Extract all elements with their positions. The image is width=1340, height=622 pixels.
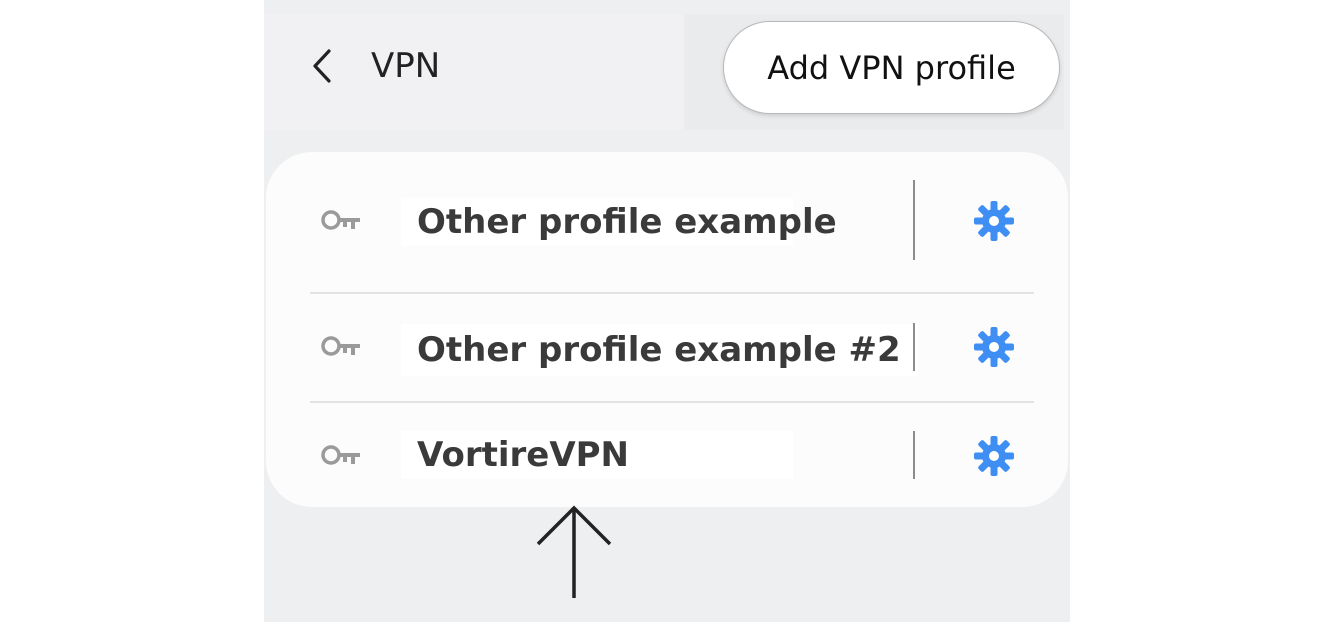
back-button[interactable] [304,44,340,88]
key-icon [321,445,360,465]
vpn-profile-row-vortirevpn[interactable]: VortireVPN [266,403,1068,507]
vpn-profile-list: Other profile example Other profile exam… [266,152,1068,507]
vpn-profile-row-other-profile-example[interactable]: Other profile example [266,152,1068,292]
up-arrow-icon [536,505,612,598]
key-icon [321,336,360,356]
profile-name: Other profile example #2 [401,324,917,376]
row-divider [913,431,915,479]
row-divider [913,323,915,371]
chevron-left-icon [313,49,331,83]
page-title: VPN [371,46,441,86]
row-divider [913,180,915,260]
profile-name: VortireVPN [401,431,793,479]
vpn-settings-screen: VPN Add VPN profile Other profile exampl… [264,0,1070,622]
add-vpn-profile-button[interactable]: Add VPN profile [723,21,1060,114]
gear-icon[interactable] [972,325,1016,369]
vpn-profile-row-other-profile-example-2[interactable]: Other profile example #2 [266,294,1068,402]
gear-icon[interactable] [972,434,1016,478]
key-icon [321,210,360,230]
profile-name: Other profile example [401,198,837,246]
gear-icon[interactable] [972,199,1016,243]
